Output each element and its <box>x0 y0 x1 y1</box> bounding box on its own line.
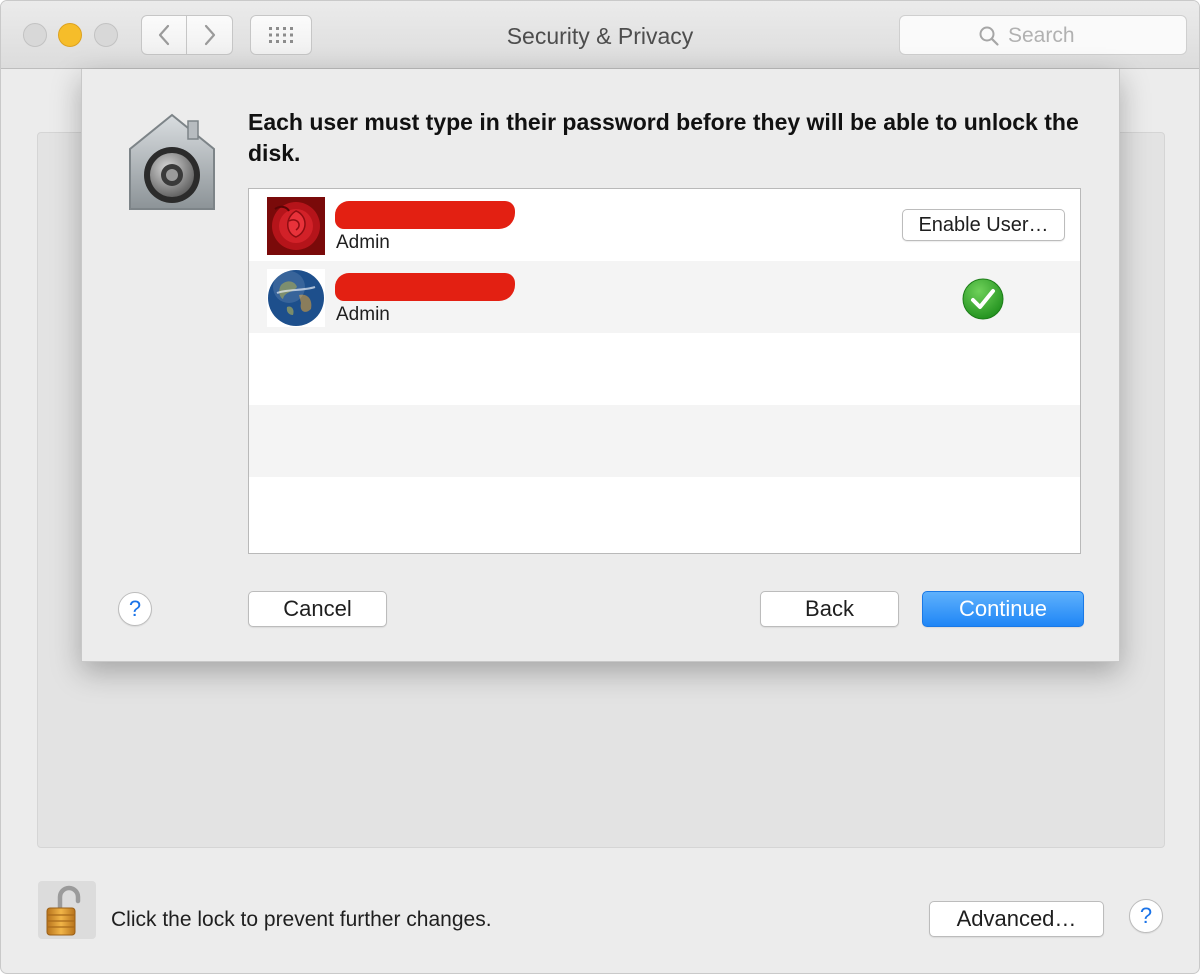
enable-user-button[interactable]: Enable User… <box>902 209 1065 241</box>
search-field[interactable]: Search <box>899 15 1187 55</box>
lock-button[interactable] <box>38 881 96 939</box>
search-icon <box>979 26 999 46</box>
user-role-label: Admin <box>336 232 390 253</box>
filevault-vault-icon <box>129 113 215 210</box>
rose-avatar <box>267 197 325 255</box>
user-row[interactable]: Admin <box>249 261 1080 333</box>
title-bar: Security & Privacy Search <box>1 1 1199 69</box>
back-button[interactable]: Back <box>760 591 899 627</box>
redacted-username <box>335 201 515 229</box>
help-button[interactable]: ? <box>1129 899 1163 933</box>
lock-status-text: Click the lock to prevent further change… <box>111 908 492 931</box>
sheet-help-button[interactable]: ? <box>118 592 152 626</box>
preferences-window: Security & Privacy Search Click the lock <box>0 0 1200 974</box>
empty-row <box>249 477 1080 549</box>
green-checkmark-icon <box>962 278 1004 320</box>
search-placeholder: Search <box>1008 24 1075 47</box>
cancel-button[interactable]: Cancel <box>248 591 387 627</box>
user-role-label: Admin <box>336 304 390 325</box>
continue-button[interactable]: Continue <box>922 591 1084 627</box>
user-list: Admin Enable User… Admin <box>248 188 1081 554</box>
empty-row <box>249 405 1080 477</box>
earth-avatar <box>267 269 325 327</box>
unlocked-padlock-icon <box>46 885 81 936</box>
advanced-button[interactable]: Advanced… <box>929 901 1104 937</box>
user-row[interactable]: Admin Enable User… <box>249 189 1080 261</box>
empty-row <box>249 333 1080 405</box>
enable-users-sheet: Each user must type in their password be… <box>81 69 1120 662</box>
sheet-message: Each user must type in their password be… <box>248 109 1079 166</box>
redacted-username <box>335 273 515 301</box>
